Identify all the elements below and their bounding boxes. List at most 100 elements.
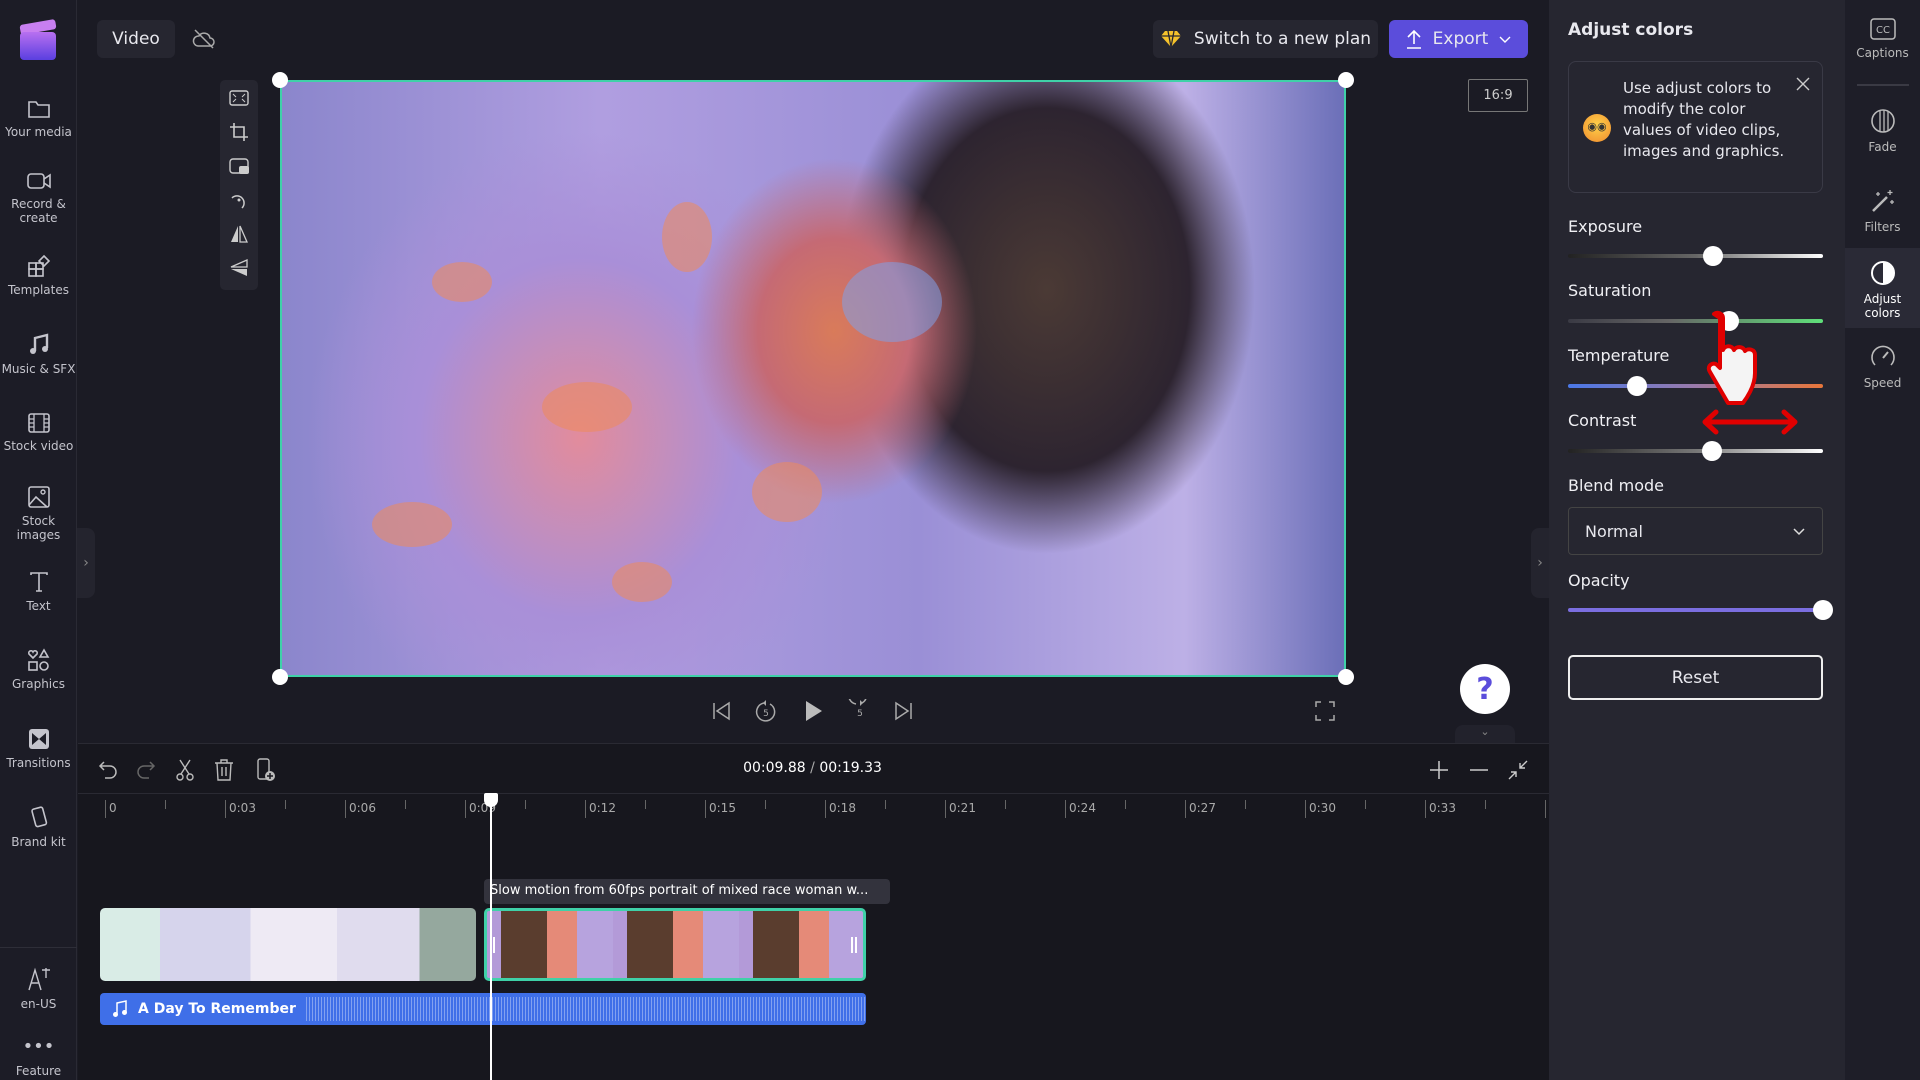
ruler-minor-tick: [1125, 800, 1126, 809]
zoom-out-icon[interactable]: [1467, 758, 1491, 782]
audio-clip-label: A Day To Remember: [138, 1001, 296, 1017]
collapse-preview-button[interactable]: ⌄: [1455, 725, 1515, 743]
video-clip[interactable]: [100, 908, 476, 981]
sidebar-item-templates[interactable]: Templates: [0, 254, 77, 297]
cut-icon[interactable]: [173, 758, 197, 782]
expand-left-button[interactable]: ›: [77, 528, 95, 598]
sidebar-item-music-sfx[interactable]: Music & SFX: [0, 333, 77, 376]
sidebar-item-stock-video[interactable]: Stock video: [0, 412, 77, 453]
delete-icon[interactable]: [212, 758, 236, 782]
resize-handle[interactable]: [1338, 72, 1354, 88]
diamond-icon: [1160, 30, 1181, 48]
divider: [1857, 84, 1909, 86]
flip-horizontal-icon[interactable]: [229, 224, 249, 244]
export-label: Export: [1432, 29, 1489, 49]
rail-item-adjust-colors[interactable]: Adjust colors: [1845, 248, 1920, 328]
rail-item-filters[interactable]: Filters: [1845, 188, 1920, 234]
switch-plan-button[interactable]: Switch to a new plan: [1153, 20, 1378, 58]
rail-item-captions[interactable]: CC Captions: [1845, 18, 1920, 60]
video-clip-selected[interactable]: [484, 908, 866, 981]
sidebar-item-feature[interactable]: ••• Feature: [0, 1036, 77, 1079]
export-button[interactable]: Export: [1389, 20, 1528, 58]
rail-item-fade[interactable]: Fade: [1845, 108, 1920, 154]
sidebar-item-graphics[interactable]: Graphics: [0, 648, 77, 691]
blend-mode-value: Normal: [1585, 521, 1643, 541]
rewind-5-icon[interactable]: 5: [754, 699, 778, 723]
fit-timeline-icon[interactable]: [1506, 758, 1530, 782]
forward-5-icon[interactable]: 5: [848, 699, 872, 723]
ruler-label: 0:33: [1429, 801, 1456, 815]
opacity-slider[interactable]: [1568, 600, 1833, 620]
trim-handle-right[interactable]: [851, 937, 857, 953]
shapes-icon: [27, 648, 49, 671]
fit-icon[interactable]: [229, 88, 249, 108]
transition-icon: [28, 729, 49, 749]
sidebar-item-language[interactable]: en-US: [0, 966, 77, 1011]
ruler-minor-tick: [885, 800, 886, 809]
more-icon: •••: [22, 1036, 55, 1057]
rail-item-label: Filters: [1864, 220, 1901, 234]
folder-icon: [27, 101, 50, 118]
skip-forward-icon[interactable]: [892, 699, 916, 723]
adjust-colors-panel: Adjust colors ◉◉ Use adjust colors to mo…: [1549, 0, 1845, 1080]
sidebar-item-your-media[interactable]: Your media: [0, 98, 77, 139]
video-preview[interactable]: [280, 80, 1346, 677]
ruler-label: 0:30: [1309, 801, 1336, 815]
trim-handle-left[interactable]: [493, 937, 495, 953]
timecode: 00:09.88 / 00:19.33: [700, 760, 925, 776]
ruler-major-tick: [1425, 800, 1426, 818]
svg-text:5: 5: [857, 709, 863, 719]
templates-icon: [27, 254, 50, 277]
flip-vertical-icon[interactable]: [229, 258, 249, 278]
resize-handle[interactable]: [1338, 669, 1354, 685]
aspect-ratio-button[interactable]: 16:9: [1468, 79, 1528, 112]
sidebar-item-transitions[interactable]: Transitions: [0, 727, 77, 770]
slider-thumb[interactable]: [1626, 376, 1647, 396]
rotate-icon[interactable]: [229, 190, 249, 210]
image-icon: [27, 486, 50, 508]
blend-mode-dropdown[interactable]: Normal: [1568, 507, 1823, 555]
play-icon[interactable]: [801, 699, 825, 723]
sidebar-item-label: Your media: [5, 125, 72, 139]
resize-handle[interactable]: [272, 72, 288, 88]
picture-in-picture-icon[interactable]: [229, 156, 249, 176]
slider-thumb[interactable]: [1702, 441, 1723, 461]
language-icon: [27, 967, 50, 991]
crop-icon[interactable]: [229, 122, 249, 142]
saturation-slider[interactable]: [1568, 311, 1823, 331]
audio-clip[interactable]: A Day To Remember: [100, 993, 866, 1025]
skip-back-icon[interactable]: [709, 699, 733, 723]
rail-item-label: Fade: [1868, 140, 1897, 154]
playhead[interactable]: [484, 793, 498, 1080]
exposure-slider[interactable]: [1568, 246, 1823, 266]
expand-right-button[interactable]: ›: [1531, 528, 1549, 598]
add-media-icon[interactable]: [254, 758, 278, 782]
resize-handle[interactable]: [272, 669, 288, 685]
chevron-down-icon: [1499, 36, 1511, 43]
sidebar-item-record-create[interactable]: Record & create: [0, 170, 77, 225]
app-logo[interactable]: [18, 18, 58, 60]
sidebar-item-label: en-US: [20, 997, 57, 1011]
slider-thumb[interactable]: [1703, 246, 1724, 266]
saturation-label: Saturation: [1568, 281, 1652, 300]
cloud-off-icon[interactable]: [192, 28, 216, 50]
help-button[interactable]: ?: [1460, 664, 1510, 714]
close-icon[interactable]: [1795, 76, 1811, 92]
project-name-button[interactable]: Video: [97, 20, 175, 58]
slider-thumb[interactable]: [1813, 600, 1833, 620]
temperature-slider[interactable]: [1568, 376, 1823, 396]
fullscreen-icon[interactable]: [1313, 699, 1337, 723]
contrast-slider[interactable]: [1568, 441, 1823, 461]
ruler-minor-tick: [765, 800, 766, 809]
sidebar-item-stock-images[interactable]: Stock images: [0, 485, 77, 542]
rail-item-speed[interactable]: Speed: [1845, 344, 1920, 390]
ruler-label: 0:06: [349, 801, 376, 815]
redo-icon[interactable]: [134, 758, 158, 782]
zoom-in-icon[interactable]: [1427, 758, 1451, 782]
sidebar-item-label: Stock images: [16, 514, 61, 542]
sidebar-item-text[interactable]: Text: [0, 570, 77, 613]
sidebar-item-brand-kit[interactable]: Brand kit: [0, 806, 77, 849]
properties-rail: CC Captions Fade Filters Adjust colors S…: [1845, 0, 1920, 1080]
undo-icon[interactable]: [96, 758, 120, 782]
reset-button[interactable]: Reset: [1568, 655, 1823, 700]
